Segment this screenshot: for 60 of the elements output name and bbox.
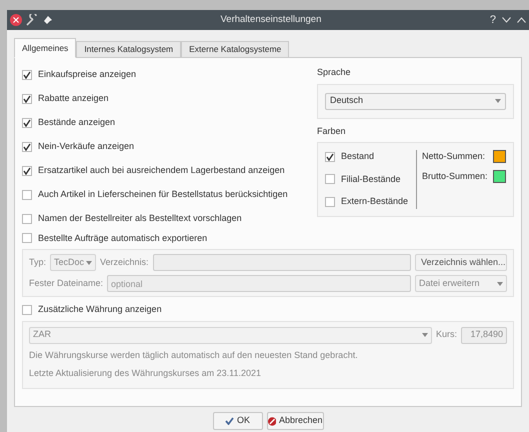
tab[interactable]: Allgemeines <box>14 38 76 58</box>
checkbox-label: Einkaufspreise anzeigen <box>38 68 136 81</box>
help-button[interactable]: ? <box>490 12 496 28</box>
checkbox[interactable] <box>22 166 32 176</box>
field-label: Verzeichnis: <box>100 256 149 269</box>
checkmark-icon <box>326 152 334 161</box>
checkbox-label: Bestand <box>340 150 374 163</box>
directory-field[interactable] <box>152 254 411 271</box>
cancel-button[interactable]: Abbrechen <box>266 412 324 430</box>
maximize-icon[interactable] <box>517 17 526 23</box>
checkbox-label: Auch Artikel in Lieferscheinen für Bestellstatus berücksichtigen <box>38 188 288 201</box>
checkbox[interactable] <box>22 190 32 200</box>
checkmark-icon <box>23 166 31 175</box>
checkbox[interactable] <box>324 196 335 207</box>
section-label: Sprache <box>316 66 352 79</box>
checkbox-label: Extern-Bestände <box>340 195 408 208</box>
checkbox-label: Filial-Bestände <box>340 172 400 186</box>
checkbox[interactable] <box>22 233 32 244</box>
checkbox-label: Bestände anzeigen <box>38 116 116 129</box>
field-label: Fester Dateiname: <box>29 276 104 290</box>
checkbox[interactable] <box>22 118 32 128</box>
tab[interactable]: Internes Katalogsystem <box>76 41 182 58</box>
window-title: Verhaltenseinstellungen <box>219 12 322 27</box>
checkbox-label: Rabatte anzeigen <box>38 92 109 105</box>
tab[interactable]: Externe Katalogsysteme <box>181 41 290 58</box>
color-label: Brutto-Summen: <box>422 170 488 182</box>
checkmark-icon <box>23 70 31 79</box>
checkbox[interactable] <box>22 70 32 80</box>
caret-icon <box>497 282 503 286</box>
wrench-icon[interactable] <box>26 14 38 26</box>
checkbox[interactable] <box>22 214 32 224</box>
checkbox-label: Zusätzliche Währung anzeigen <box>38 303 162 316</box>
checkmark-icon <box>23 94 31 103</box>
checkbox[interactable] <box>22 142 32 152</box>
close-icon[interactable] <box>10 14 22 26</box>
info-text: Letzte Aktualisierung des Währungskurses am 23.11.2021 <box>29 367 262 380</box>
checkmark-icon <box>224 417 234 425</box>
checkmark-icon <box>23 142 31 151</box>
checkbox[interactable] <box>324 152 335 162</box>
info-text: Die Währungskurse werden täglich automatisch auf den neuesten Stand gebracht. <box>29 348 359 362</box>
checkbox[interactable] <box>22 304 32 315</box>
cancel-icon <box>268 416 276 426</box>
checkbox[interactable] <box>324 174 335 184</box>
caret-icon <box>422 333 428 337</box>
section-label: Farben <box>316 124 346 138</box>
choose-directory-button[interactable]: Verzeichnis wählen... <box>415 254 507 271</box>
field-label: Kurs: <box>436 328 457 342</box>
checkbox-label: Ersatzartikel auch bei ausreichendem Lagerbestand anzeigen <box>38 164 285 177</box>
caret-icon <box>86 260 92 264</box>
language-dropdown[interactable]: Deutsch <box>324 92 506 110</box>
checkmark-icon <box>23 118 31 127</box>
ok-button[interactable]: OK <box>212 412 262 430</box>
checkbox-label: Bestellte Aufträge automatisch exportieren <box>38 232 208 245</box>
minimize-icon[interactable] <box>502 17 511 23</box>
checkbox-label: Namen der Bestellreiter als Bestelltext vorschlagen <box>38 212 242 225</box>
caret-icon <box>495 99 501 103</box>
checkbox[interactable] <box>22 94 32 104</box>
checkbox-label: Nein-Verkäufe anzeigen <box>38 140 134 153</box>
color-label: Netto-Summen: <box>422 150 486 163</box>
field-label: Typ: <box>29 256 46 269</box>
